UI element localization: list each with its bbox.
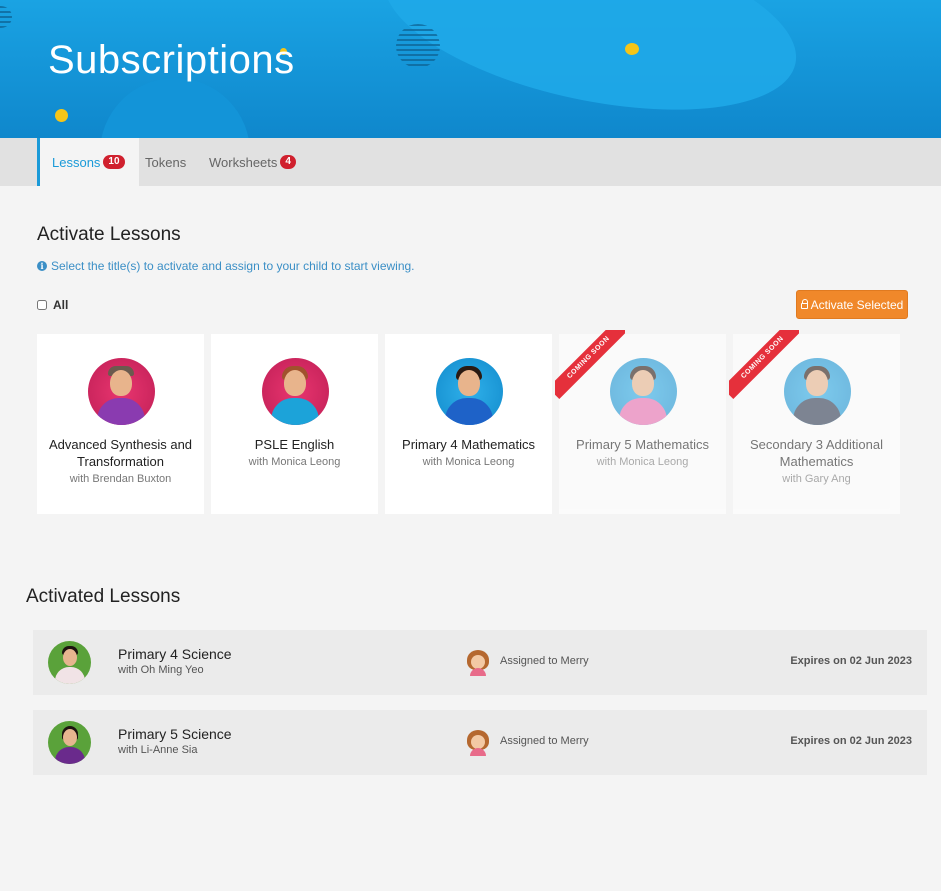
activated-section-title: Activated Lessons — [26, 586, 181, 607]
expiry-date: Expires on 02 Jun 2023 — [790, 735, 912, 747]
lesson-title: Primary 4 Science — [118, 646, 232, 662]
card-teacher: with Monica Leong — [596, 456, 689, 468]
teacher-avatar — [48, 641, 91, 684]
card-teacher: with Brendan Buxton — [69, 473, 172, 485]
page-title: Subscriptions — [48, 38, 295, 82]
child-avatar-icon — [464, 648, 492, 676]
card-title: Advanced Synthesis and Transformation — [48, 437, 193, 469]
page-header: Subscriptions — [0, 0, 941, 138]
count-badge: 4 — [280, 155, 296, 169]
tab-label: Worksheets — [209, 154, 278, 170]
activated-lesson-row[interactable]: Primary 4 Science with Oh Ming Yeo Assig… — [33, 630, 927, 695]
teacher-avatar — [261, 358, 329, 425]
lesson-teacher: with Oh Ming Yeo — [118, 664, 204, 676]
unlock-icon — [800, 298, 808, 309]
lesson-card[interactable]: Primary 4 Mathematics with Monica Leong — [385, 334, 552, 514]
tab-label: Tokens — [145, 154, 187, 170]
teacher-avatar — [435, 358, 503, 425]
card-teacher: with Monica Leong — [248, 456, 341, 468]
header-stripes — [396, 24, 440, 68]
select-all-label: All — [53, 298, 69, 312]
info-icon: i — [37, 261, 47, 271]
tab-bar: Lessons 10 Tokens Worksheets 4 — [0, 138, 941, 186]
header-dot — [625, 43, 639, 55]
count-badge: 10 — [103, 155, 125, 169]
lesson-card[interactable]: Advanced Synthesis and Transformation wi… — [37, 334, 204, 514]
ribbon-label: COMING SOON — [729, 330, 799, 400]
activate-hint: i Select the title(s) to activate and as… — [37, 259, 415, 273]
card-title: PSLE English — [254, 437, 335, 452]
tab-worksheets[interactable]: Worksheets 4 — [209, 138, 296, 186]
ribbon-label: COMING SOON — [555, 330, 625, 400]
activate-section-title: Activate Lessons — [37, 224, 181, 245]
header-dot — [55, 109, 68, 122]
activate-selected-label: Activate Selected — [810, 297, 904, 312]
card-title: Primary 4 Mathematics — [402, 437, 535, 452]
teacher-avatar — [48, 721, 91, 764]
header-stripes-small — [0, 6, 12, 28]
header-decoration — [100, 78, 250, 138]
header-wave — [367, 0, 813, 138]
teacher-avatar — [87, 358, 155, 425]
coming-soon-ribbon: COMING SOON — [555, 330, 625, 400]
hint-text: Select the title(s) to activate and assi… — [51, 259, 415, 273]
tab-lessons[interactable]: Lessons 10 — [37, 138, 139, 186]
activated-lesson-row[interactable]: Primary 5 Science with Li-Anne Sia Assig… — [33, 710, 927, 775]
card-teacher: with Gary Ang — [782, 473, 851, 485]
child-avatar-icon — [464, 728, 492, 756]
lesson-teacher: with Li-Anne Sia — [118, 744, 198, 756]
assigned-to: Assigned to Merry — [500, 655, 589, 667]
select-all[interactable]: All — [37, 298, 68, 312]
coming-soon-ribbon: COMING SOON — [729, 330, 799, 400]
select-all-checkbox[interactable] — [37, 300, 47, 310]
activate-selected-button[interactable]: Activate Selected — [796, 290, 908, 319]
card-title: Primary 5 Mathematics — [576, 437, 709, 452]
tab-label: Lessons — [52, 154, 101, 170]
lesson-title: Primary 5 Science — [118, 726, 232, 742]
lesson-card[interactable]: PSLE English with Monica Leong — [211, 334, 378, 514]
tab-tokens[interactable]: Tokens — [145, 138, 186, 186]
card-teacher: with Monica Leong — [422, 456, 515, 468]
assigned-to: Assigned to Merry — [500, 735, 589, 747]
card-title: Secondary 3 Additional Mathematics — [750, 437, 883, 469]
expiry-date: Expires on 02 Jun 2023 — [790, 655, 912, 667]
